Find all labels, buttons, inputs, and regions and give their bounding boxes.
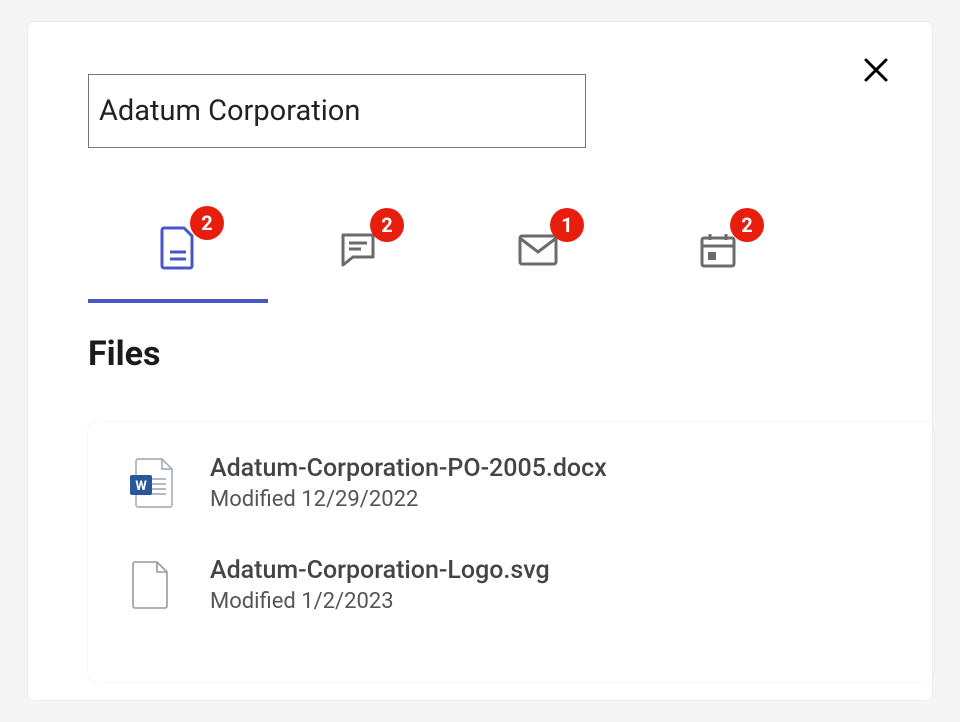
- close-icon: [861, 55, 891, 89]
- result-item[interactable]: Adatum-Corporation-Logo.svg Modified 1/2…: [88, 534, 934, 636]
- file-meta: Modified 1/2/2023: [210, 589, 550, 614]
- calendar-icon: [698, 230, 738, 270]
- svg-text:W: W: [135, 479, 147, 494]
- badge-calendar: 2: [730, 208, 764, 242]
- tab-calendar[interactable]: 2: [628, 197, 808, 303]
- close-button[interactable]: [860, 56, 892, 88]
- generic-file-icon: [128, 559, 174, 611]
- badge-chat: 2: [370, 208, 404, 242]
- tab-files[interactable]: 2: [88, 197, 268, 303]
- tabs-bar: 2 2: [88, 197, 808, 303]
- result-item[interactable]: W Adatum-Corporation-PO-2005.docx Modifi…: [88, 432, 934, 534]
- tab-mail[interactable]: 1: [448, 197, 628, 303]
- badge-mail: 1: [550, 208, 584, 242]
- section-title: Files: [88, 334, 160, 374]
- file-name: Adatum-Corporation-PO-2005.docx: [210, 454, 607, 483]
- results-list: W Adatum-Corporation-PO-2005.docx Modifi…: [88, 422, 934, 682]
- tab-chat[interactable]: 2: [268, 197, 448, 303]
- file-icon: [160, 226, 196, 270]
- search-panel: 2 2: [28, 22, 932, 700]
- search-input[interactable]: [88, 74, 586, 148]
- badge-files: 2: [190, 206, 224, 240]
- file-meta: Modified 12/29/2022: [210, 487, 607, 512]
- mail-icon: [517, 233, 559, 267]
- file-name: Adatum-Corporation-Logo.svg: [210, 556, 550, 585]
- word-doc-icon: W: [128, 457, 174, 509]
